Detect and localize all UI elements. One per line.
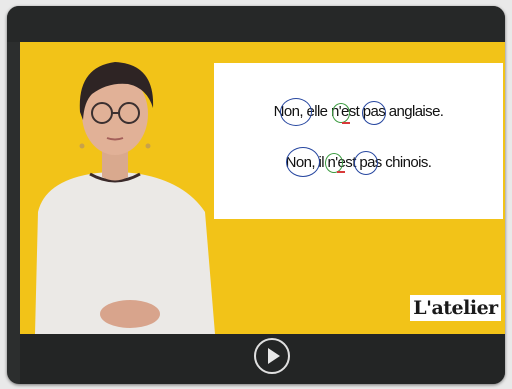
video-player[interactable]: Non, elle n'est pas anglaise. Non, il n'…: [7, 6, 505, 384]
brand-logo: L'atelier: [410, 295, 501, 321]
player-controls: [20, 334, 505, 384]
annotation-underline-2: [337, 171, 345, 173]
lesson-slide: Non, elle n'est pas anglaise. Non, il n'…: [214, 63, 503, 219]
example-sentence-1: Non, elle n'est pas anglaise.: [273, 103, 444, 120]
play-circle-icon[interactable]: [254, 338, 290, 374]
video-frame[interactable]: Non, elle n'est pas anglaise. Non, il n'…: [20, 42, 505, 334]
example-sentence-2: Non, il n'est pas chinois.: [285, 154, 432, 171]
annotation-underline-1: [342, 122, 350, 124]
presenter-figure: [35, 62, 215, 334]
player-top-bar: [7, 6, 505, 42]
